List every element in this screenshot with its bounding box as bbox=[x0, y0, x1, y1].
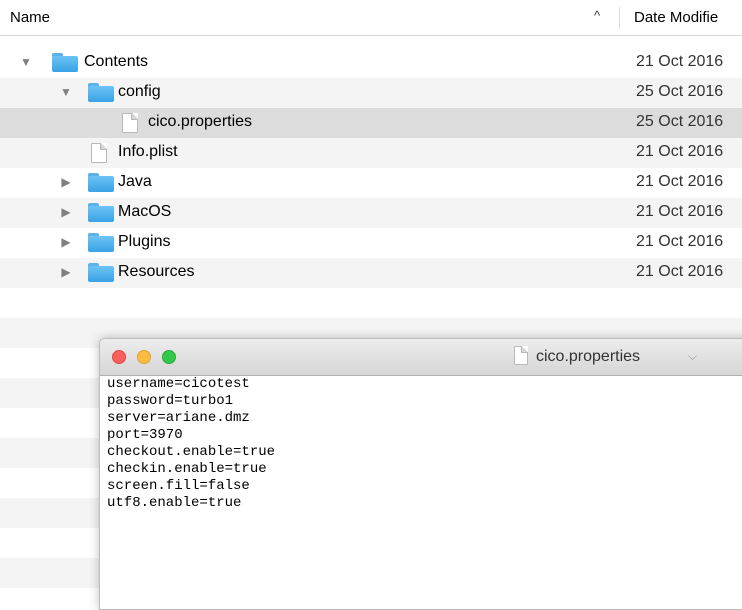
list-item[interactable]: Info.plist 21 Oct 2016 bbox=[0, 138, 742, 168]
text-content[interactable]: username=cicotest password=turbo1 server=a… bbox=[107, 376, 275, 512]
list-item[interactable]: ▶ Java 21 Oct 2016 bbox=[0, 168, 742, 198]
disclosure-triangle-icon[interactable]: ▶ bbox=[59, 265, 73, 279]
item-date-modified: 21 Oct 2016 bbox=[636, 143, 724, 160]
disclosure-triangle-icon[interactable]: ▼ bbox=[19, 55, 33, 69]
item-date-modified: 25 Oct 2016 bbox=[636, 113, 724, 130]
sort-ascending-icon[interactable]: ^ bbox=[594, 8, 600, 23]
chevron-down-icon[interactable]: ⌵ bbox=[688, 349, 697, 364]
item-date-modified: 21 Oct 2016 bbox=[636, 203, 724, 220]
name-column-header[interactable]: Name bbox=[10, 9, 50, 26]
text-line: utf8.enable=true bbox=[107, 495, 242, 511]
item-name: config bbox=[118, 83, 161, 100]
text-line: username=cicotest bbox=[107, 376, 250, 392]
item-name: Contents bbox=[84, 53, 149, 70]
textedit-window: cico.properties ⌵ username=cicotest passw… bbox=[99, 338, 742, 610]
item-name: cico.properties bbox=[148, 113, 253, 130]
item-name: Resources bbox=[118, 263, 195, 280]
text-line: port=3970 bbox=[107, 427, 183, 443]
list-item[interactable]: ▶ Resources 21 Oct 2016 bbox=[0, 258, 742, 288]
item-date-modified: 25 Oct 2016 bbox=[636, 83, 724, 100]
minimize-button[interactable] bbox=[137, 350, 151, 364]
disclosure-triangle-icon[interactable]: ▶ bbox=[59, 205, 73, 219]
text-line: server=ariane.dmz bbox=[107, 410, 250, 426]
list-item[interactable]: ▼ Contents 21 Oct 2016 bbox=[0, 48, 742, 78]
text-line: screen.fill=false bbox=[107, 478, 250, 494]
list-item[interactable]: cico.properties 25 Oct 2016 bbox=[0, 108, 742, 138]
item-name: Plugins bbox=[118, 233, 171, 250]
text-line: checkout.enable=true bbox=[107, 444, 276, 460]
date-modified-column-header[interactable]: Date Modifie bbox=[634, 9, 718, 26]
zoom-button[interactable] bbox=[162, 350, 176, 364]
item-name: Java bbox=[118, 173, 152, 190]
window-titlebar[interactable]: cico.properties ⌵ bbox=[100, 339, 742, 376]
disclosure-triangle-icon[interactable]: ▶ bbox=[59, 235, 73, 249]
disclosure-triangle-icon[interactable]: ▶ bbox=[59, 175, 73, 189]
item-date-modified: 21 Oct 2016 bbox=[636, 53, 724, 70]
list-item[interactable]: ▶ MacOS 21 Oct 2016 bbox=[0, 198, 742, 228]
item-name: Info.plist bbox=[118, 143, 178, 160]
item-date-modified: 21 Oct 2016 bbox=[636, 233, 724, 250]
text-line: checkin.enable=true bbox=[107, 461, 267, 477]
text-line: password=turbo1 bbox=[107, 393, 234, 409]
column-divider[interactable] bbox=[619, 7, 620, 29]
empty-row bbox=[0, 288, 742, 318]
document-icon[interactable] bbox=[514, 346, 528, 365]
list-item[interactable]: ▼ config 25 Oct 2016 bbox=[0, 78, 742, 108]
window-title[interactable]: cico.properties bbox=[536, 348, 640, 366]
item-date-modified: 21 Oct 2016 bbox=[636, 173, 724, 190]
item-date-modified: 21 Oct 2016 bbox=[636, 263, 724, 280]
column-header: Name ^ Date Modifie bbox=[0, 0, 742, 36]
close-button[interactable] bbox=[112, 350, 126, 364]
item-name: MacOS bbox=[118, 203, 172, 220]
disclosure-triangle-icon[interactable]: ▼ bbox=[59, 85, 73, 99]
list-item[interactable]: ▶ Plugins 21 Oct 2016 bbox=[0, 228, 742, 258]
